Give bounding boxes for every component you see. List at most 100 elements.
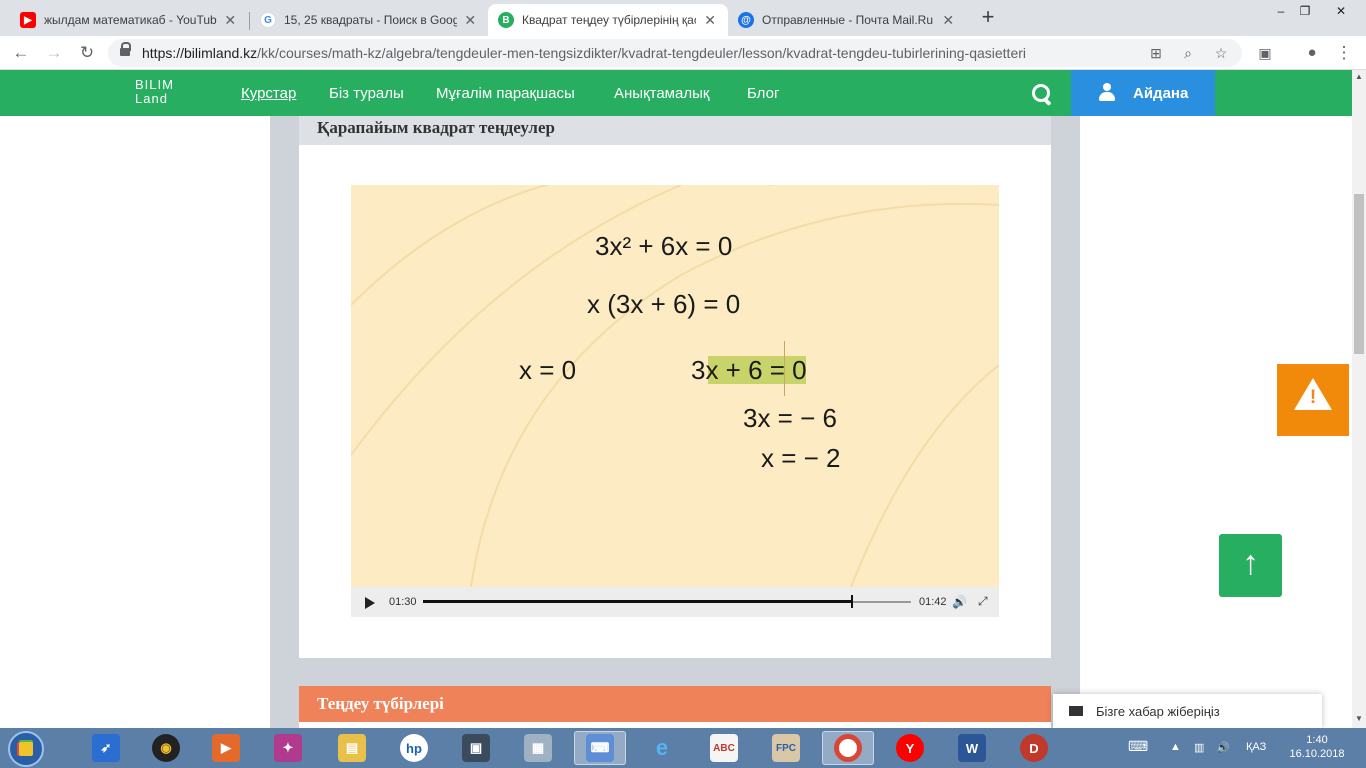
taskbar-app[interactable]: Y — [884, 731, 936, 765]
close-icon[interactable]: ✕ — [941, 12, 957, 29]
video-player[interactable]: 3x² + 6x = 0 x (3x + 6) = 0 x = 0 3x + 6… — [351, 185, 999, 617]
envelope-icon — [1069, 706, 1083, 716]
d-app-icon: D — [1020, 734, 1048, 762]
internet-explorer-icon: e — [655, 735, 669, 760]
site-navbar: BILIM Land Курстар Біз туралы Мұғалім па… — [0, 70, 1352, 116]
language-indicator[interactable]: ҚАЗ — [1246, 741, 1266, 753]
volume-icon[interactable]: 🔊 — [952, 595, 967, 609]
close-icon[interactable]: ✕ — [223, 12, 239, 29]
forward-button[interactable]: → — [43, 42, 65, 64]
translate-icon[interactable]: ⊞ — [1146, 43, 1166, 63]
page-scrollbar[interactable]: ▲ ▼ — [1352, 70, 1366, 728]
extension-icon[interactable]: ▣ — [1254, 42, 1276, 64]
arrow-up-icon: ↑ — [1242, 544, 1259, 582]
equation-line: 3x = − 6 — [743, 403, 837, 433]
profile-icon[interactable]: ● — [1301, 42, 1323, 64]
report-error-button[interactable]: ! — [1277, 364, 1349, 436]
address-bar[interactable]: https://bilimland.kz/kk/courses/math-kz/… — [108, 39, 1242, 67]
monitor-icon: ▣ — [462, 734, 490, 762]
video-controls: 01:30 01:42 🔊 ⤢ — [351, 587, 999, 617]
close-icon[interactable]: ✕ — [463, 12, 479, 29]
network-icon[interactable]: ▥ — [1194, 741, 1204, 754]
scroll-thumb[interactable] — [1354, 194, 1364, 354]
user-icon — [1099, 83, 1115, 101]
seek-handle[interactable] — [851, 595, 854, 608]
close-window-button[interactable]: ✕ — [1318, 0, 1364, 22]
taskbar-app[interactable]: ▦ — [512, 731, 564, 765]
taskbar-app[interactable]: ◉ — [140, 731, 192, 765]
calculator-icon: ▦ — [524, 734, 552, 762]
nav-about[interactable]: Біз туралы — [329, 85, 404, 102]
duration: 01:42 — [919, 596, 947, 608]
taskbar-app[interactable]: ➶ — [80, 731, 132, 765]
nav-courses[interactable]: Курстар — [241, 85, 296, 102]
scroll-up-icon[interactable]: ▲ — [1355, 72, 1363, 81]
equation-line: x = 0 — [519, 355, 577, 385]
url-text[interactable]: https://bilimland.kz/kk/courses/math-kz/… — [142, 45, 1026, 61]
tab-bilimland[interactable]: B Квадрат теңдеу түбірлерінің қасиеттері… — [488, 4, 728, 36]
taskbar-app[interactable]: ABC — [698, 731, 750, 765]
bookmark-star-icon[interactable]: ☆ — [1211, 43, 1231, 63]
seek-bar[interactable] — [423, 595, 911, 608]
taskbar-app[interactable]: hp — [388, 731, 440, 765]
new-tab-button[interactable]: + — [976, 6, 1000, 30]
menu-icon[interactable]: ⋮ — [1333, 42, 1355, 64]
bilimland-logo[interactable]: BILIM Land — [135, 78, 174, 106]
user-name: Айдана — [1133, 85, 1189, 102]
start-button[interactable] — [8, 731, 44, 767]
back-button[interactable]: ← — [10, 42, 32, 64]
hp-icon: hp — [400, 734, 428, 762]
nav-reference[interactable]: Анықтамалық — [614, 85, 709, 102]
taskbar-app-active[interactable]: ⌨ — [574, 731, 626, 765]
feedback-widget[interactable]: Бізге хабар жіберіңіз — [1053, 694, 1322, 728]
search-icon[interactable] — [1031, 83, 1053, 105]
section-title: Қарапайым квадрат теңдеулер — [299, 116, 1051, 145]
clock[interactable]: 1:40 16.10.2018 — [1286, 733, 1348, 761]
tab-title: Отправленные - Почта Mail.Ru — [762, 13, 933, 27]
equation-line: 3x + 6 = 0 — [691, 355, 807, 385]
keyboard-icon: ⌨ — [586, 734, 614, 762]
scroll-down-icon[interactable]: ▼ — [1355, 714, 1363, 723]
scroll-to-top-button[interactable]: ↑ — [1219, 534, 1282, 597]
youtube-icon: ▶ — [20, 12, 36, 28]
play-icon[interactable] — [365, 597, 375, 609]
taskbar-app[interactable]: D — [1008, 731, 1060, 765]
tab-title: 15, 25 квадраты - Поиск в Google — [284, 13, 457, 27]
user-account-button[interactable]: Айдана — [1071, 70, 1215, 116]
taskbar-app[interactable]: e — [636, 731, 688, 765]
tab-title: Квадрат теңдеу түбірлерінің қасиеттері — [522, 13, 696, 27]
web-page: BILIM Land Курстар Біз туралы Мұғалім па… — [0, 70, 1352, 728]
media-icon: ◉ — [152, 734, 180, 762]
volume-tray-icon[interactable]: 🔊 — [1216, 741, 1230, 754]
taskbar-app[interactable]: W — [946, 731, 998, 765]
tab-mailru[interactable]: @ Отправленные - Почта Mail.Ru ✕ — [728, 4, 966, 36]
taskbar-app[interactable]: ✦ — [262, 731, 314, 765]
rocket-icon: ➶ — [92, 734, 120, 762]
folder-icon: ▤ — [338, 734, 366, 762]
puzzle-icon: ✦ — [274, 734, 302, 762]
close-icon[interactable]: ✕ — [702, 12, 718, 29]
taskbar-app-active[interactable] — [822, 731, 874, 765]
reload-button[interactable]: ↻ — [76, 42, 98, 64]
taskbar-app[interactable]: ▣ — [450, 731, 502, 765]
fpc-icon: FPC — [772, 734, 800, 762]
warning-icon-mark: ! — [1309, 387, 1317, 408]
lesson-card: Қарапайым квадрат теңдеулер 3x² + 6x = 0… — [299, 116, 1051, 658]
taskbar-app[interactable]: ▤ — [326, 731, 378, 765]
nav-blog[interactable]: Блог — [747, 85, 779, 102]
taskbar-app[interactable]: ▶ — [200, 731, 252, 765]
mailru-icon: @ — [738, 12, 754, 28]
taskbar-app[interactable]: FPC — [760, 731, 812, 765]
tab-youtube[interactable]: ▶ жылдам математикаб - YouTube ✕ — [10, 4, 248, 36]
google-icon: G — [260, 12, 276, 28]
tab-google[interactable]: G 15, 25 квадраты - Поиск в Google ✕ — [250, 4, 488, 36]
show-hidden-icons[interactable]: ▲ — [1170, 741, 1181, 753]
tab-title: жылдам математикаб - YouTube — [44, 13, 217, 27]
taskbar: ➶ ◉ ▶ ✦ ▤ hp ▣ ▦ ⌨ e ABC FPC Y W D ⌨ ▲ ▥… — [0, 728, 1366, 768]
fullscreen-icon[interactable]: ⤢ — [978, 594, 988, 609]
keyboard-tray-icon[interactable]: ⌨ — [1128, 738, 1148, 755]
zoom-icon[interactable]: ⌕ — [1178, 43, 1198, 63]
equation-line: 3x² + 6x = 0 — [595, 231, 733, 261]
section-title: Теңдеу түбірлері — [299, 686, 1051, 722]
nav-teacher-page[interactable]: Мұғалім парақшасы — [436, 85, 575, 102]
